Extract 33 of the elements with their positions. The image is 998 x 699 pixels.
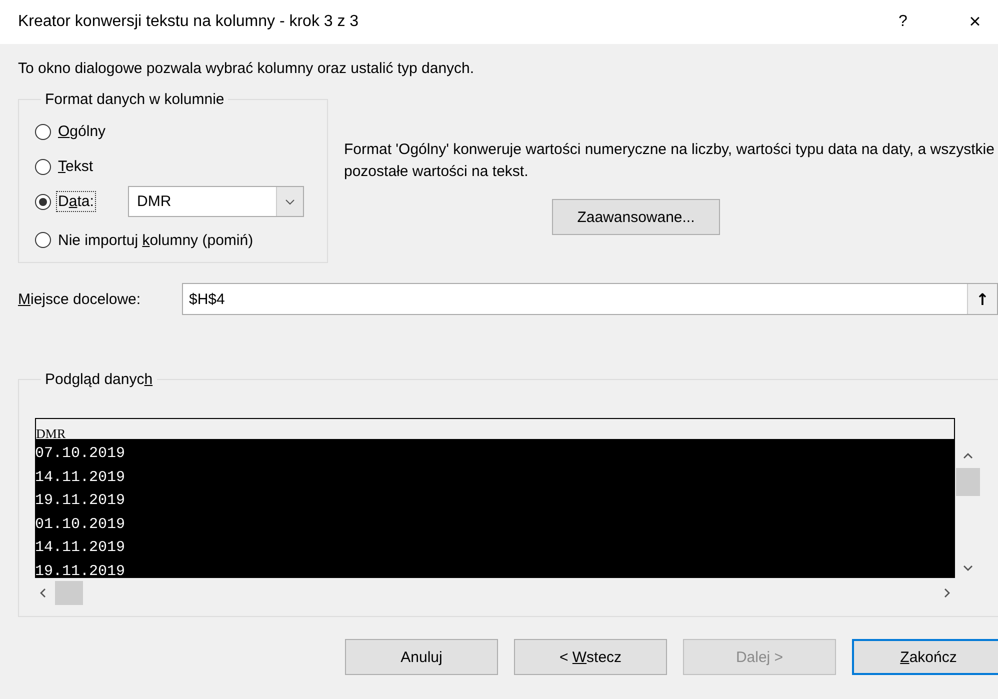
dialog-button[interactable]: < Wstecz	[514, 639, 667, 675]
table-cell-text: 07.10.2019	[35, 444, 126, 464]
radio-button[interactable]	[35, 124, 51, 140]
scrollbar-thumb[interactable]	[956, 468, 980, 496]
close-button[interactable]: ×	[952, 4, 998, 40]
radio-option[interactable]: Nie importuj kolumny (pomiń)	[35, 230, 256, 250]
group-title: Podgląd danych	[44, 371, 154, 388]
table-cell-text: 01.10.2019	[35, 514, 126, 534]
radio-option[interactable]: Data:	[35, 191, 128, 212]
description-text: Format 'Ogólny' konweruje wartości numeryczne na liczby, wartości typu data na daty, a wszystkie pozostałe wartości na tekst.	[344, 140, 996, 182]
radio-option[interactable]: Ogólny	[35, 121, 128, 142]
dialog-button[interactable]: Anuluj	[345, 639, 498, 675]
collapse-button[interactable]: ↑	[967, 284, 997, 314]
intro-text: To okno dialogowe pozwala wybrać kolumny oraz ustalić typ danych.	[18, 60, 476, 77]
chevron-down-icon	[276, 187, 303, 216]
dialog-button[interactable]: Zakończ	[852, 639, 998, 675]
destination-field[interactable]: $H$4 ↑	[182, 283, 998, 315]
column-header[interactable]: DMR	[35, 418, 955, 440]
destination-label: Miejsce docelowe:	[18, 290, 142, 308]
radio-button[interactable]	[35, 158, 51, 174]
date-format-dropdown[interactable]: DMR	[128, 186, 304, 217]
radio-button[interactable]	[35, 232, 51, 248]
scrollbar-thumb[interactable]	[55, 581, 83, 605]
table-cell-text: 14.11.2019	[35, 468, 126, 488]
radio-button[interactable]	[35, 194, 51, 210]
table-cell-text: 19.11.2019	[35, 562, 126, 578]
group-title: Format danych w kolumnie	[44, 91, 226, 108]
table-cell-text: 14.11.2019	[35, 538, 126, 558]
advanced-button[interactable]: Zaawansowane...	[552, 199, 720, 235]
window-title: Kreator konwersji tekstu na kolumny - krok 3 z 3	[18, 13, 360, 31]
table-cell-text: 19.11.2019	[35, 491, 126, 511]
radio-option[interactable]: Tekst	[35, 156, 128, 177]
help-button[interactable]: ?	[880, 4, 926, 40]
